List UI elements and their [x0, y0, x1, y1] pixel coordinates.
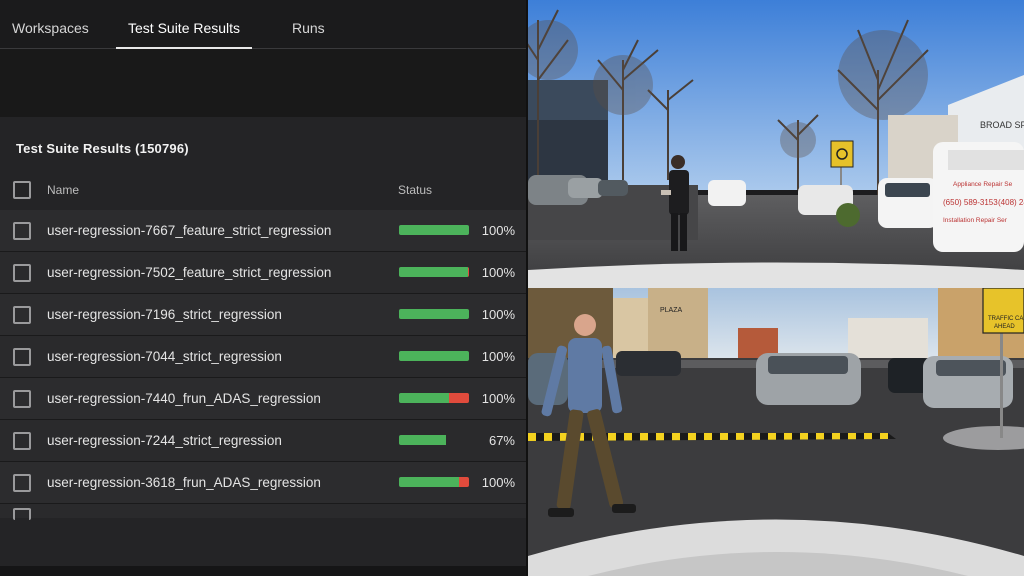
row-checkbox[interactable] — [13, 264, 31, 282]
status-percent: 100% — [481, 265, 515, 280]
sim-sign-line2: AHEAD — [994, 324, 1015, 330]
results-title: Test Suite Results (150796) — [16, 141, 189, 156]
progress-pass-segment — [399, 309, 469, 319]
table-row[interactable]: user-regression-7196_strict_regression 10… — [0, 294, 528, 336]
progress-pass-segment — [399, 477, 460, 487]
storefront-sign: BROAD SPA — [980, 120, 1024, 130]
row-name[interactable]: user-regression-3618_frun_ADAS_regressio… — [47, 475, 321, 490]
table-row[interactable]: user-regression-3618_frun_ADAS_regressio… — [0, 462, 528, 504]
progress-pass-segment — [399, 225, 469, 235]
progress-pass-segment — [399, 393, 450, 403]
status-progress-bar — [399, 267, 469, 277]
row-checkbox[interactable] — [13, 348, 31, 366]
table-row[interactable]: user-regression-7440_frun_ADAS_regressio… — [0, 378, 528, 420]
row-checkbox[interactable] — [13, 306, 31, 324]
table-row-partial[interactable] — [0, 504, 528, 520]
row-checkbox[interactable] — [13, 222, 31, 240]
status-percent: 100% — [481, 223, 515, 238]
table-row[interactable]: user-regression-7244_strict_regression 67… — [0, 420, 528, 462]
test-suite-app: Workspaces Test Suite Results Runs Test … — [0, 0, 528, 576]
tab-bar: Workspaces Test Suite Results Runs — [0, 0, 528, 49]
row-checkbox[interactable] — [13, 508, 31, 520]
row-checkbox[interactable] — [13, 390, 31, 408]
toolbar-area — [0, 49, 528, 117]
tab-workspaces[interactable]: Workspaces — [12, 0, 89, 48]
progress-fail-segment — [467, 267, 469, 277]
van-phone-2: (408) 248 — [998, 198, 1024, 207]
results-table-body: user-regression-7667_feature_strict_regr… — [0, 210, 528, 520]
status-progress-bar — [399, 435, 469, 445]
row-name[interactable]: user-regression-7440_frun_ADAS_regressio… — [47, 391, 321, 406]
results-panel: Test Suite Results (150796) Name Status … — [0, 117, 528, 566]
status-percent: 67% — [488, 433, 515, 448]
row-name[interactable]: user-regression-7502_feature_strict_regr… — [47, 265, 331, 280]
van-phone-1: (650) 589-3153 — [943, 198, 998, 207]
table-row[interactable]: user-regression-7667_feature_strict_regr… — [0, 210, 528, 252]
column-header-name[interactable]: Name — [47, 183, 79, 197]
camera-feed-real: BROAD SPA Appliance Repair Se (650) 589-… — [528, 0, 1024, 288]
van-text-2: Installation Repair Ser — [943, 217, 1008, 224]
progress-pass-segment — [399, 351, 469, 361]
status-progress-bar — [399, 225, 469, 235]
table-row[interactable]: user-regression-7502_feature_strict_regr… — [0, 252, 528, 294]
progress-fail-segment — [459, 477, 469, 487]
select-all-checkbox[interactable] — [13, 181, 31, 199]
sim-storefront-sign: PLAZA — [660, 307, 683, 314]
row-name[interactable]: user-regression-7196_strict_regression — [47, 307, 282, 322]
status-percent: 100% — [481, 475, 515, 490]
status-percent: 100% — [481, 349, 515, 364]
progress-pass-segment — [399, 267, 468, 277]
table-row[interactable]: user-regression-7044_strict_regression 10… — [0, 336, 528, 378]
row-name[interactable]: user-regression-7044_strict_regression — [47, 349, 282, 364]
real-street-scene: BROAD SPA Appliance Repair Se (650) 589-… — [528, 0, 1024, 288]
row-checkbox[interactable] — [13, 432, 31, 450]
status-progress-bar — [399, 309, 469, 319]
row-checkbox[interactable] — [13, 474, 31, 492]
row-name[interactable]: user-regression-7667_feature_strict_regr… — [47, 223, 331, 238]
table-header: Name Status — [0, 170, 528, 210]
status-percent: 100% — [481, 307, 515, 322]
status-progress-bar — [399, 477, 469, 487]
status-progress-bar — [399, 393, 469, 403]
van-text-1: Appliance Repair Se — [953, 181, 1013, 188]
footer-bar — [0, 566, 528, 576]
tab-test-suite-results[interactable]: Test Suite Results — [115, 0, 253, 49]
progress-pass-segment — [399, 435, 446, 445]
camera-feed-simulated: PLAZA TRAFFIC CA AHEAD — [528, 288, 1024, 576]
progress-fail-segment — [449, 393, 469, 403]
status-percent: 100% — [481, 391, 515, 406]
simulated-street-scene: PLAZA TRAFFIC CA AHEAD — [528, 288, 1024, 576]
tab-runs[interactable]: Runs — [292, 0, 325, 48]
column-header-status[interactable]: Status — [398, 183, 432, 197]
status-progress-bar — [399, 351, 469, 361]
sim-sign-line1: TRAFFIC CA — [988, 316, 1023, 322]
row-name[interactable]: user-regression-7244_strict_regression — [47, 433, 282, 448]
